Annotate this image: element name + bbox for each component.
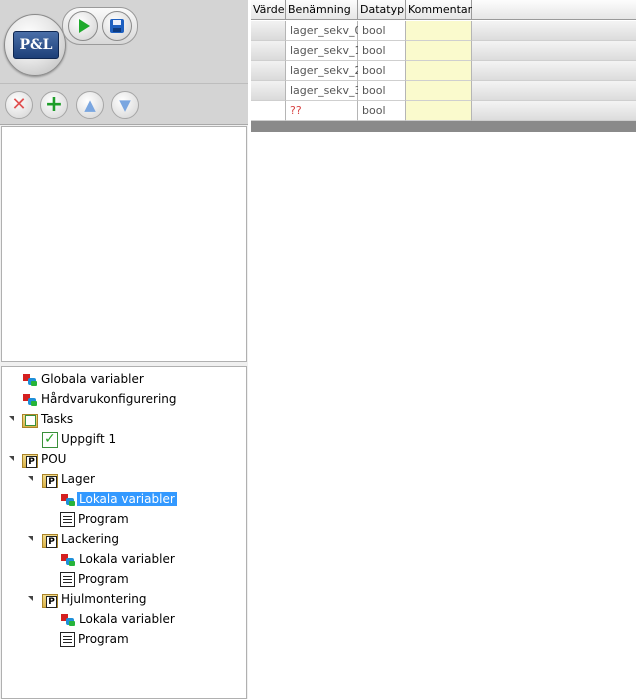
tasks-expander[interactable] (9, 416, 14, 421)
variables-icon (22, 372, 38, 388)
tree-item-lager-vars[interactable]: Lokala variabler (60, 490, 177, 508)
move-down-button[interactable]: ▼ (111, 91, 139, 119)
comment-cell[interactable] (406, 101, 472, 121)
tree-item-hardware[interactable]: Hårdvarukonfigurering (22, 390, 179, 408)
column-header-type[interactable]: Datatyp (358, 0, 406, 20)
pou-folder-icon: P (42, 593, 58, 608)
main-toolbar: P&L (0, 0, 248, 84)
comment-cell[interactable] (406, 81, 472, 101)
name-cell[interactable]: lager_sekv_2 (286, 61, 361, 81)
project-tree[interactable]: Globala variabler Hårdvarukonfigurering … (1, 366, 247, 699)
name-cell[interactable]: lager_sekv_0 (286, 21, 361, 41)
comment-cell[interactable] (406, 61, 472, 81)
filler-cell (472, 21, 636, 41)
arrow-down-icon: ▼ (119, 96, 131, 114)
properties-panel (1, 126, 247, 362)
filler-cell (472, 41, 636, 61)
variables-grid: Värde Benämning Datatyp Kommentar lager_… (251, 0, 636, 132)
lackering-expander[interactable] (28, 536, 33, 541)
add-icon: + (44, 92, 64, 117)
type-cell[interactable]: bool (358, 101, 406, 121)
value-cell[interactable] (251, 81, 286, 101)
tree-item-lackering-vars[interactable]: Lokala variabler (60, 550, 177, 568)
table-row-new[interactable]: ?? bool (251, 101, 636, 121)
pl-logo: P&L (4, 14, 66, 76)
folder-icon (22, 413, 38, 428)
variables-icon (60, 492, 76, 508)
edit-toolbar: ✕ + ▲ ▼ (0, 84, 248, 125)
name-cell[interactable]: lager_sekv_1 (286, 41, 361, 61)
program-icon (60, 512, 75, 527)
tree-item-task1[interactable]: ✓ Uppgift 1 (42, 430, 118, 448)
add-button[interactable]: + (40, 91, 68, 119)
type-cell[interactable]: bool (358, 41, 406, 61)
program-icon (60, 632, 75, 647)
type-cell[interactable]: bool (358, 61, 406, 81)
name-cell[interactable]: ?? (286, 101, 358, 121)
filler-cell (472, 61, 636, 81)
tree-item-lackering[interactable]: P Lackering (42, 530, 121, 548)
checkmark-icon: ✓ (42, 431, 58, 448)
comment-cell[interactable] (406, 41, 472, 61)
name-cell[interactable]: lager_sekv_3 (286, 81, 361, 101)
tree-item-lager-program[interactable]: Program (60, 510, 131, 528)
logo-text: P&L (13, 31, 59, 59)
column-header-comment[interactable]: Kommentar (406, 0, 472, 20)
pou-folder-icon: P (42, 473, 58, 488)
run-button[interactable] (68, 11, 98, 41)
value-cell[interactable] (251, 41, 286, 61)
tree-item-hjulmontering[interactable]: P Hjulmontering (42, 590, 149, 608)
delete-icon: ✕ (11, 94, 27, 115)
hardware-icon (22, 392, 38, 408)
table-row[interactable]: lager_sekv_0 bool (251, 21, 636, 41)
tree-item-hjul-program[interactable]: Program (60, 630, 131, 648)
pou-folder-icon: P (42, 533, 58, 548)
filler-cell (472, 101, 636, 121)
left-panel: P&L ✕ + ▲ ▼ Globala variabler Hårdvaruko… (0, 0, 248, 699)
value-cell[interactable] (251, 101, 286, 121)
variables-icon (60, 552, 76, 568)
tree-item-lager[interactable]: P Lager (42, 470, 97, 488)
tree-item-hjul-vars[interactable]: Lokala variabler (60, 610, 177, 628)
value-cell[interactable] (251, 21, 286, 41)
tree-item-tasks[interactable]: Tasks (22, 410, 75, 428)
pou-folder-icon: P (22, 453, 38, 468)
program-icon (60, 572, 75, 587)
column-header-name[interactable]: Benämning (286, 0, 358, 20)
tree-item-globals[interactable]: Globala variabler (22, 370, 146, 388)
variables-icon (60, 612, 76, 628)
move-up-button[interactable]: ▲ (76, 91, 104, 119)
table-row[interactable]: lager_sekv_1 bool (251, 41, 636, 61)
table-row[interactable]: lager_sekv_3 bool (251, 81, 636, 101)
type-cell[interactable]: bool (358, 81, 406, 101)
column-header-filler (472, 0, 636, 20)
type-cell[interactable]: bool (358, 21, 406, 41)
lager-expander[interactable] (28, 476, 33, 481)
table-row[interactable]: lager_sekv_2 bool (251, 61, 636, 81)
save-button[interactable] (102, 11, 132, 41)
hjul-expander[interactable] (28, 596, 33, 601)
pou-expander[interactable] (9, 456, 14, 461)
save-icon (110, 19, 124, 33)
filler-cell (472, 81, 636, 101)
delete-button[interactable]: ✕ (5, 91, 33, 119)
play-icon (79, 19, 90, 33)
comment-cell[interactable] (406, 21, 472, 41)
arrow-up-icon: ▲ (84, 96, 96, 114)
column-header-value[interactable]: Värde (251, 0, 286, 20)
tree-item-pou[interactable]: P POU (22, 450, 68, 468)
tree-item-lackering-program[interactable]: Program (60, 570, 131, 588)
value-cell[interactable] (251, 61, 286, 81)
grid-footer-bar (251, 121, 636, 132)
